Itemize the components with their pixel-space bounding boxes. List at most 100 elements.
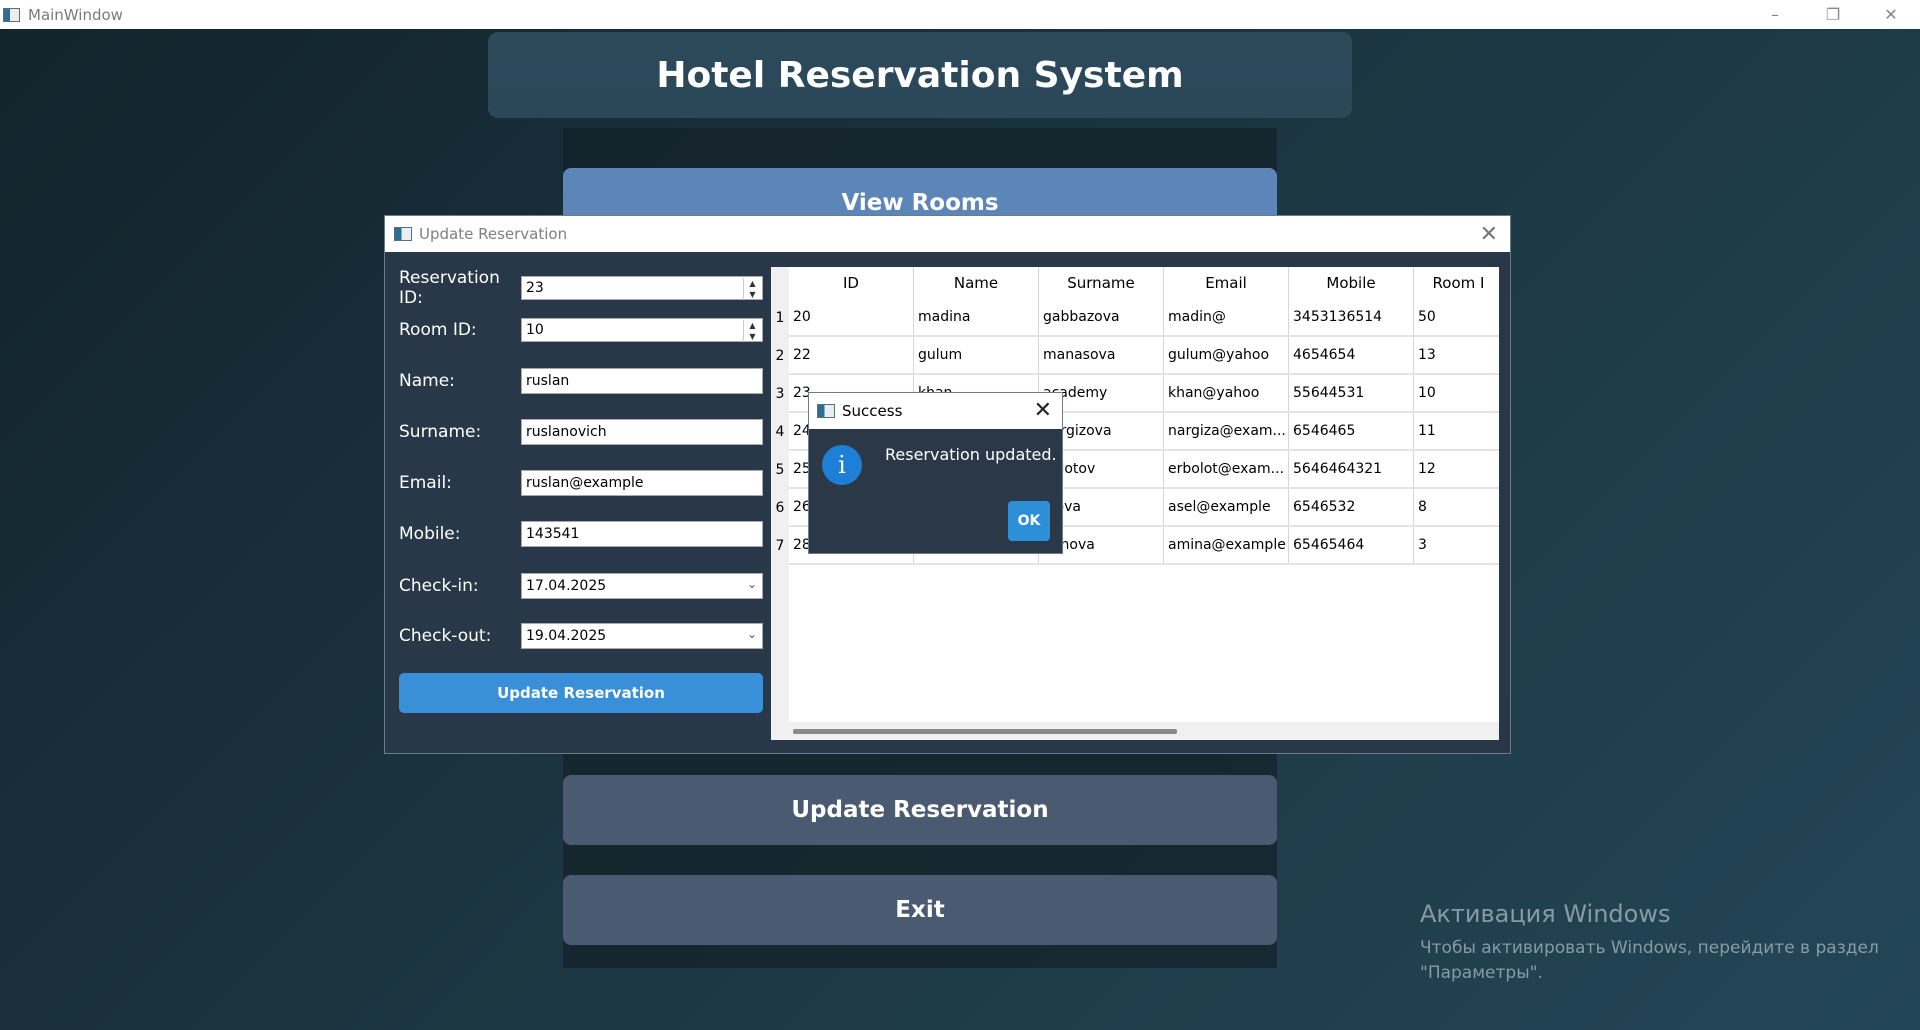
table-cell[interactable]: madin@ [1164,299,1289,335]
reservation-id-value: 23 [526,280,544,296]
room-id-row: Room ID: 10 ▲ ▼ [399,318,763,342]
check-in-date-picker[interactable]: 17.04.2025 ⌄ [521,573,763,599]
table-cell[interactable]: gulum [914,337,1039,373]
app-icon [3,7,20,22]
minimize-icon[interactable]: – [1746,0,1804,29]
table-cell[interactable]: 12 [1414,451,1499,487]
message-box-titlebar: Success ✕ [809,393,1062,429]
reservation-id-spinbox[interactable]: 23 ▲ ▼ [521,276,763,300]
table-cell[interactable]: gabbazova [1039,299,1164,335]
activation-line-2: "Параметры". [1420,963,1543,983]
check-out-date-picker[interactable]: 19.04.2025 ⌄ [521,623,763,649]
activation-title: Активация Windows [1420,900,1671,928]
ok-button[interactable]: OK [1008,501,1050,541]
spin-arrows[interactable]: ▲ ▼ [743,278,761,300]
row-number[interactable]: 5 [771,462,789,478]
table-cell[interactable]: 6546465 [1289,413,1414,449]
mobile-input[interactable]: 143541 [521,521,763,547]
exit-button[interactable]: Exit [563,875,1277,945]
table-cell[interactable]: erbolot@exam... [1164,451,1289,487]
table-cell[interactable]: nargiza@exam... [1164,413,1289,449]
table-row[interactable]: 20 madina gabbazova madin@ 3453136514 50 [789,299,1499,337]
check-out-value: 19.04.2025 [526,628,607,644]
row-number[interactable]: 2 [771,348,789,364]
table-cell[interactable]: 8 [1414,489,1499,525]
close-icon[interactable]: ✕ [1862,0,1920,29]
message-box-app-icon [817,404,835,418]
table-row[interactable]: 22 gulum manasova gulum@yahoo 4654654 13 [789,337,1499,375]
message-text: Reservation updated. [885,445,1057,464]
surname-input[interactable]: ruslanovich [521,419,763,445]
table-cell[interactable]: 4654654 [1289,337,1414,373]
page-title: Hotel Reservation System [656,54,1184,96]
table-cell[interactable]: 50 [1414,299,1499,335]
activation-line-1: Чтобы активировать Windows, перейдите в … [1420,938,1879,958]
restore-icon[interactable]: ❐ [1804,0,1862,29]
name-input[interactable]: ruslan [521,368,763,394]
check-out-row: Check-out: 19.04.2025 ⌄ [399,623,763,649]
table-header: ID Name Surname Email Mobile Room I [789,267,1499,299]
table-cell[interactable]: 10 [1414,375,1499,411]
message-box-close-icon[interactable]: ✕ [1034,398,1052,423]
column-header-room-id[interactable]: Room I [1414,267,1499,299]
column-header-mobile[interactable]: Mobile [1289,267,1414,299]
table-cell[interactable]: gulum@yahoo [1164,337,1289,373]
mobile-label: Mobile: [399,524,461,544]
table-cell[interactable]: 3 [1414,527,1499,563]
name-row: Name: ruslan [399,368,763,394]
table-cell[interactable]: 20 [789,299,914,335]
horizontal-scrollbar[interactable] [789,722,1499,740]
table-cell[interactable]: 55644531 [1289,375,1414,411]
check-in-row: Check-in: 17.04.2025 ⌄ [399,573,763,599]
success-message-box: Success ✕ i Reservation updated. OK [808,392,1063,554]
scrollbar-thumb[interactable] [793,729,1177,734]
column-header-id[interactable]: ID [789,267,914,299]
table-cell[interactable]: 3453136514 [1289,299,1414,335]
main-window-titlebar: MainWindow – ❐ ✕ [0,0,1920,29]
spin-arrows[interactable]: ▲ ▼ [743,320,761,342]
dialog-title: Update Reservation [419,225,568,243]
submit-update-reservation-button[interactable]: Update Reservation [399,673,763,713]
row-number[interactable]: 4 [771,424,789,440]
chevron-down-icon[interactable]: ⌄ [744,574,760,594]
check-out-label: Check-out: [399,626,492,646]
table-cell[interactable]: manasova [1039,337,1164,373]
chevron-down-icon[interactable]: ⌄ [744,624,760,644]
column-header-email[interactable]: Email [1164,267,1289,299]
room-id-spinbox[interactable]: 10 ▲ ▼ [521,318,763,342]
row-number[interactable]: 7 [771,538,789,554]
table-cell[interactable]: 5646464321 [1289,451,1414,487]
window-controls: – ❐ ✕ [1746,0,1920,29]
header-panel: Hotel Reservation System [488,32,1352,118]
table-cell[interactable]: 13 [1414,337,1499,373]
check-in-value: 17.04.2025 [526,578,607,594]
email-label: Email: [399,473,452,493]
reservation-id-label: Reservation ID: [399,268,500,308]
surname-label: Surname: [399,422,482,442]
table-cell[interactable]: amina@example [1164,527,1289,563]
row-number[interactable]: 3 [771,386,789,402]
mobile-row: Mobile: 143541 [399,521,763,547]
table-cell[interactable]: 11 [1414,413,1499,449]
main-window-title: MainWindow [28,5,123,24]
column-header-name[interactable]: Name [914,267,1039,299]
info-icon: i [822,445,862,485]
dialog-close-icon[interactable]: ✕ [1480,222,1498,247]
table-cell[interactable]: 6546532 [1289,489,1414,525]
column-header-surname[interactable]: Surname [1039,267,1164,299]
dialog-titlebar: Update Reservation ✕ [385,216,1510,252]
update-reservation-button[interactable]: Update Reservation [563,775,1277,845]
reservation-id-row: Reservation ID: 23 ▲ ▼ [399,268,763,308]
table-cell[interactable]: asel@example [1164,489,1289,525]
table-cell[interactable]: 65465464 [1289,527,1414,563]
table-cell[interactable]: madina [914,299,1039,335]
email-input[interactable]: ruslan@example [521,470,763,496]
row-number[interactable]: 1 [771,310,789,326]
table-cell[interactable]: khan@yahoo [1164,375,1289,411]
name-label: Name: [399,371,455,391]
room-id-value: 10 [526,322,544,338]
row-number[interactable]: 6 [771,500,789,516]
dialog-app-icon [394,227,412,241]
table-cell[interactable]: 22 [789,337,914,373]
check-in-label: Check-in: [399,576,479,596]
